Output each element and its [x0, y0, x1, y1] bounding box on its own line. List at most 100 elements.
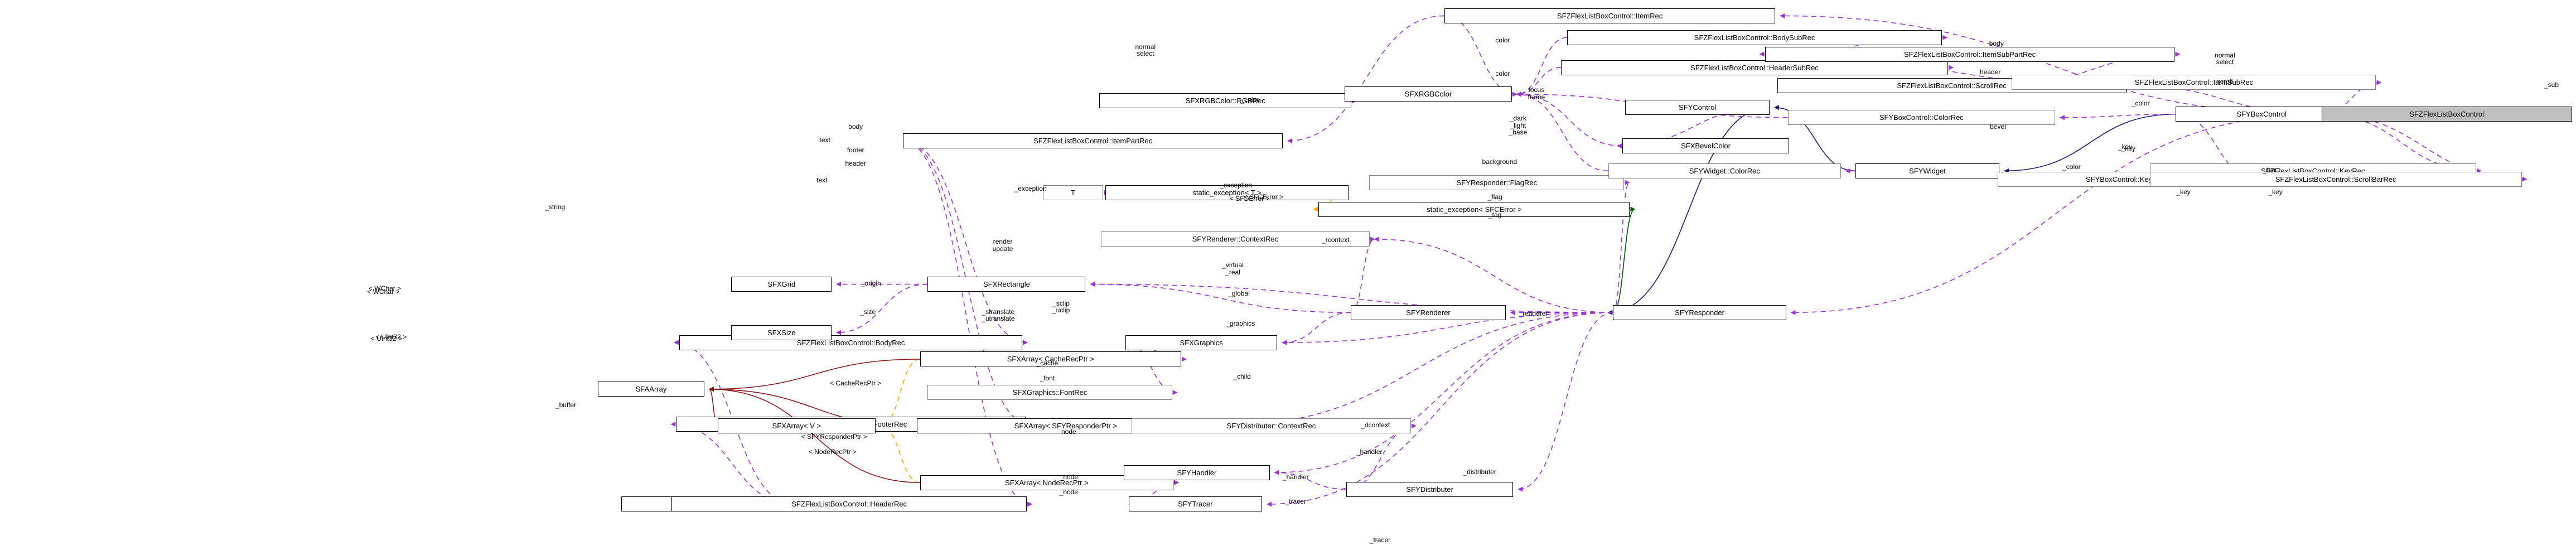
edge — [836, 283, 928, 335]
edge-label: background — [1482, 157, 1517, 166]
edge-label: _exception — [1014, 184, 1047, 192]
edge-label: _color — [2131, 99, 2150, 108]
edge-label: node — [1061, 427, 1076, 436]
edge-label: _dcontext — [1361, 421, 1390, 429]
edge-label: _origin — [861, 279, 881, 287]
edge-label: < SFDError > — [1230, 194, 1270, 202]
node-n21[interactable]: SFXGraphics — [1125, 335, 1278, 350]
edge-label: _handler — [1356, 447, 1383, 456]
node-n35[interactable]: SFXBevelColor — [1622, 138, 1790, 153]
edge — [1287, 15, 1444, 144]
node-n37[interactable]: SFYBoxControl::ColorRec — [1787, 110, 2055, 125]
edge-label: normal select — [1135, 42, 1156, 58]
edge — [1350, 236, 1375, 313]
node-n49[interactable]: SFZFlexListBoxControl — [2321, 107, 2572, 122]
node-n45[interactable]: SFZFlexListBoxControl::ItemSubPartRec — [1765, 46, 2175, 62]
node-n14[interactable]: SFXRGBColor — [1345, 86, 1512, 102]
node-n48[interactable]: SFZFlexListBoxControl::ScrollBarRec — [2149, 171, 2522, 187]
node-n33[interactable]: SFYResponder — [1613, 305, 1786, 320]
edge-label: _child — [1233, 373, 1251, 381]
node-n47[interactable]: SFZFlexListBoxControl::ItemSubRec — [2012, 75, 2376, 90]
node-n38[interactable]: SFYWidget — [1855, 163, 2000, 178]
edge-label: _renderer — [1519, 309, 1548, 317]
edge-label: _flag — [1487, 192, 1502, 201]
edge-label: _global — [1228, 289, 1250, 297]
edge — [879, 359, 920, 428]
node-n19[interactable]: SFXSize — [731, 325, 832, 340]
edge — [1517, 312, 1613, 492]
node-n7[interactable]: SFZFlexListBoxControl::BodyRec — [679, 335, 1023, 350]
edge-label: _cache — [1036, 359, 1059, 368]
edge — [1612, 206, 1636, 313]
edge-label: _bar — [2263, 166, 2277, 174]
edge-label: _exception — [1219, 181, 1253, 189]
edge-label: footer — [847, 146, 864, 154]
edge-label: _tracer — [1285, 498, 1306, 506]
node-n25[interactable]: SFXArray< V > — [717, 418, 876, 433]
edge — [1090, 282, 1351, 313]
node-n30[interactable]: SFYDistributer — [1346, 481, 1514, 497]
edge-label: _key — [2176, 187, 2191, 196]
edge — [879, 423, 920, 483]
edge-label: < UInt32 > — [370, 334, 402, 342]
node-n32[interactable]: SFYRenderer — [1351, 305, 1506, 320]
edge-label: _string — [545, 202, 566, 211]
node-n34[interactable]: SFYWidget::ColorRec — [1608, 163, 1841, 178]
edge — [2059, 113, 2176, 120]
edge-label: color — [1495, 69, 1510, 78]
edge-label: _dark _light _base — [1509, 114, 1528, 137]
edge-label: body — [1989, 39, 2004, 47]
edge-label: < WChar > — [367, 287, 400, 296]
node-n9[interactable]: SFZFlexListBoxControl::HeaderRec — [671, 496, 1027, 512]
edge-label: render update — [992, 238, 1013, 253]
edge-label: _key — [2121, 144, 2135, 152]
node-n42[interactable]: SFZFlexListBoxControl::ItemRec — [1444, 8, 1776, 23]
edge-label: _node — [1059, 487, 1079, 496]
protected-inheritance-edges — [1612, 206, 1636, 313]
node-n11[interactable]: T — [1042, 185, 1104, 200]
edge — [1346, 423, 1417, 490]
edge — [1516, 91, 1622, 147]
edge — [1219, 312, 1613, 429]
edge — [1267, 312, 1613, 507]
edge — [670, 422, 794, 505]
node-n24[interactable]: SFAArray — [598, 382, 704, 397]
node-n36[interactable]: SFYControl — [1625, 100, 1770, 115]
edge-label: _node — [1059, 472, 1079, 481]
edge — [1282, 312, 1351, 345]
node-n44[interactable]: SFZFlexListBoxControl::HeaderSubRec — [1560, 60, 1948, 75]
edge — [1274, 312, 1613, 475]
edge-label: color — [1495, 36, 1510, 44]
edge-label: _sclip _uclip — [1052, 299, 1070, 315]
node-n28[interactable]: SFYHandler — [1124, 465, 1270, 480]
edge — [2321, 113, 2482, 173]
edge-label: normal select — [2215, 51, 2235, 66]
edge — [1516, 91, 1609, 172]
edge-label: scroll — [2217, 78, 2233, 86]
edge-label: _rcontext — [1322, 236, 1350, 244]
uml-collaboration-diagram: SFAHeap< Alloc >SFAClusterHeap< Alloc >S… — [0, 0, 2576, 560]
edge-label: body — [848, 123, 863, 131]
node-n18[interactable]: SFXGrid — [731, 277, 832, 292]
edge-label: focus frame — [1528, 86, 1545, 101]
edge-label: < CacheRecPtr > — [830, 379, 882, 388]
edge — [708, 359, 920, 392]
node-n29[interactable]: SFYTracer — [1128, 496, 1263, 512]
node-n10[interactable]: SFZFlexListBoxControl::ItemPartRec — [903, 133, 1283, 149]
edge-label: _size — [860, 307, 876, 316]
node-n15[interactable]: SFYResponder::FlagRec — [1369, 175, 1625, 190]
edge — [1612, 206, 1636, 313]
node-n23[interactable]: SFXGraphics::FontRec — [927, 385, 1172, 400]
edge-label: _color — [2062, 162, 2081, 171]
edge-label: _virtual _real — [1222, 261, 1244, 276]
node-n20[interactable]: SFXRectangle — [927, 277, 1086, 292]
edge — [1444, 15, 1517, 97]
edge-label: text — [819, 136, 830, 144]
edge-label: _color — [1240, 96, 1259, 104]
edge-label: _distributer — [1463, 467, 1496, 476]
node-n13[interactable]: SFXRGBColor::RGBRec — [1099, 93, 1352, 109]
node-n16[interactable]: static_exception< SFCError > — [1318, 201, 1630, 217]
node-n43[interactable]: SFZFlexListBoxControl::BodySubRec — [1567, 30, 1942, 45]
edge-label: _stranslate _utranslate — [982, 307, 1015, 323]
edge-label: _handler — [1282, 472, 1309, 481]
